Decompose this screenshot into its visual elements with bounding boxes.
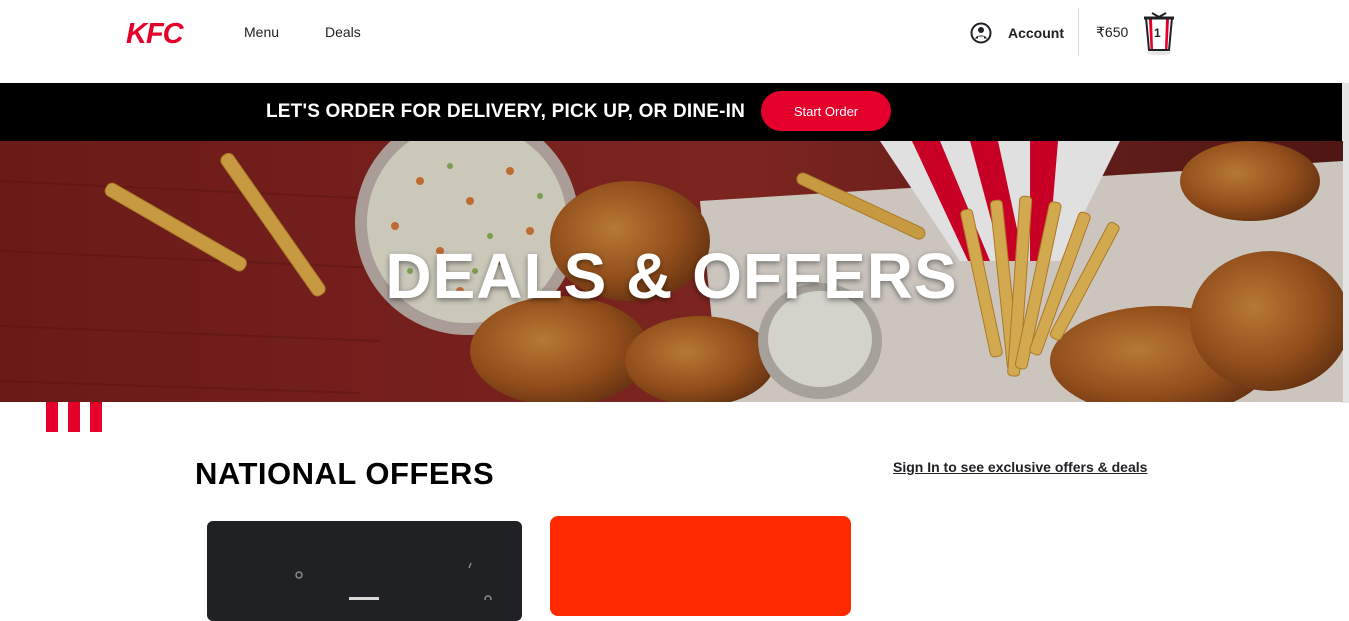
site-header: KFC Menu Deals Account ₹650 1 [0,0,1349,83]
offer-card-image [295,562,492,603]
cart-count: 1 [1154,26,1161,40]
order-banner: LET'S ORDER FOR DELIVERY, PICK UP, OR DI… [0,83,1349,141]
account-button[interactable]: Account [970,21,1064,45]
offer-card[interactable] [550,516,851,616]
start-order-button[interactable]: Start Order [761,91,891,131]
section-title-national-offers: NATIONAL OFFERS [195,456,495,491]
signin-offers-link[interactable]: Sign In to see exclusive offers & deals [893,459,1147,475]
nav-menu-link[interactable]: Menu [244,24,279,40]
kfc-logo-text: KFC [126,18,185,48]
hero-banner: DEALS & OFFERS [0,141,1343,402]
cart-total: ₹650 [1096,24,1129,40]
user-icon [970,22,992,44]
nav-deals-link[interactable]: Deals [325,24,361,40]
page-scrollbar[interactable] [1342,83,1349,403]
account-label: Account [1008,25,1064,41]
offer-card[interactable] [207,521,522,621]
order-banner-text: LET'S ORDER FOR DELIVERY, PICK UP, OR DI… [266,101,746,122]
kfc-stripes-decoration [46,402,102,432]
kfc-logo[interactable]: KFC [124,16,200,48]
hero-title: DEALS & OFFERS [385,240,958,312]
header-divider [1078,8,1079,56]
